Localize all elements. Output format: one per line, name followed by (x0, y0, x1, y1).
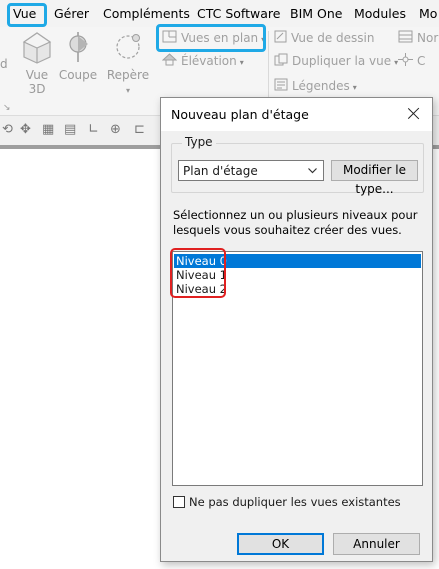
duplicate-view-icon (274, 53, 288, 71)
elevation-label: Élévation (181, 54, 237, 68)
callout-icon (116, 34, 140, 59)
dialog-title: Nouveau plan d'étage (171, 107, 309, 122)
view-3d-label: Vue 3D (25, 68, 49, 96)
drafting-view-icon (274, 30, 287, 48)
type-group: Type Plan d'étage Modifier le type... (171, 135, 424, 196)
duplicate-view-button[interactable]: Dupliquer la vue ▾ (274, 52, 398, 70)
cancel-button[interactable]: Annuler (333, 533, 420, 555)
move-tool-icon[interactable]: ✥ (20, 122, 31, 137)
split-tool-icon[interactable]: ⊕ (110, 122, 121, 137)
no-duplicate-label: Ne pas dupliquer les vues existantes (189, 495, 401, 509)
menu-modules[interactable]: Modules (354, 0, 406, 27)
chevron-down-icon (308, 168, 317, 174)
ribbon-left-edge-label: d (0, 57, 8, 71)
scope-box-icon (398, 52, 413, 71)
section-button[interactable]: Coupe (58, 30, 98, 82)
schedules-button[interactable]: Nor (398, 29, 438, 47)
scope-box-button[interactable]: C (398, 52, 425, 70)
elevation-button[interactable]: Élévation ▾ (161, 52, 244, 71)
legend-icon (274, 78, 288, 96)
floor-plans-highlight (156, 24, 266, 52)
duplicate-view-label: Dupliquer la vue (292, 54, 392, 68)
elevation-icon (161, 52, 178, 71)
align-tool-icon[interactable]: ∟ (88, 122, 99, 137)
grid-tool-icon[interactable]: ▦ (42, 122, 54, 137)
rotate-tool-icon[interactable]: ⟲ (2, 122, 13, 137)
panel-corner-arrow-icon: ↘ (3, 103, 11, 113)
legends-button[interactable]: Légendes ▾ (274, 77, 357, 95)
drafting-view-label: Vue de dessin (291, 31, 375, 45)
new-floor-plan-dialog: Nouveau plan d'étage Type Plan d'étage M… (160, 97, 433, 562)
section-icon (69, 32, 88, 62)
type-select[interactable]: Plan d'étage (178, 160, 324, 181)
dialog-titlebar: Nouveau plan d'étage (161, 98, 432, 131)
section-label: Coupe (58, 68, 98, 82)
menu-bim-one[interactable]: BIM One (290, 0, 342, 27)
type-group-label: Type (182, 135, 216, 149)
legends-dropdown-icon: ▾ (352, 83, 357, 92)
table-tool-icon[interactable]: ▤ (64, 122, 76, 137)
vue-tab-highlight (7, 3, 47, 27)
menu-more[interactable]: Mo (419, 0, 437, 27)
callout-label: Repère (106, 68, 150, 82)
legends-label: Légendes (292, 79, 350, 93)
modify-type-button[interactable]: Modifier le type... (331, 160, 418, 196)
house-3d-icon (22, 32, 52, 64)
close-icon[interactable] (406, 105, 422, 121)
drafting-view-button[interactable]: Vue de dessin (274, 29, 374, 47)
view-3d-button[interactable]: Vue 3D (18, 30, 56, 96)
type-select-value: Plan d'étage (183, 164, 258, 178)
tag-tool-icon[interactable]: ⊏ (134, 122, 145, 137)
schedules-label: Nor (417, 31, 439, 45)
no-duplicate-checkbox[interactable] (173, 496, 185, 508)
menu-complements[interactable]: Compléments (103, 0, 190, 27)
scope-box-label: C (417, 54, 426, 68)
callout-button[interactable]: Repère ▾ (106, 30, 150, 98)
schedule-icon (398, 30, 413, 48)
instruction-text: Sélectionnez un ou plusieurs niveaux pou… (173, 208, 418, 237)
elevation-dropdown-icon: ▾ (239, 58, 244, 67)
levels-highlight (170, 248, 226, 298)
menu-gerer[interactable]: Gérer (54, 0, 89, 27)
menu-ctc-software[interactable]: CTC Software (197, 0, 280, 27)
ok-button[interactable]: OK (237, 533, 324, 555)
ribbon-separator (268, 31, 269, 103)
